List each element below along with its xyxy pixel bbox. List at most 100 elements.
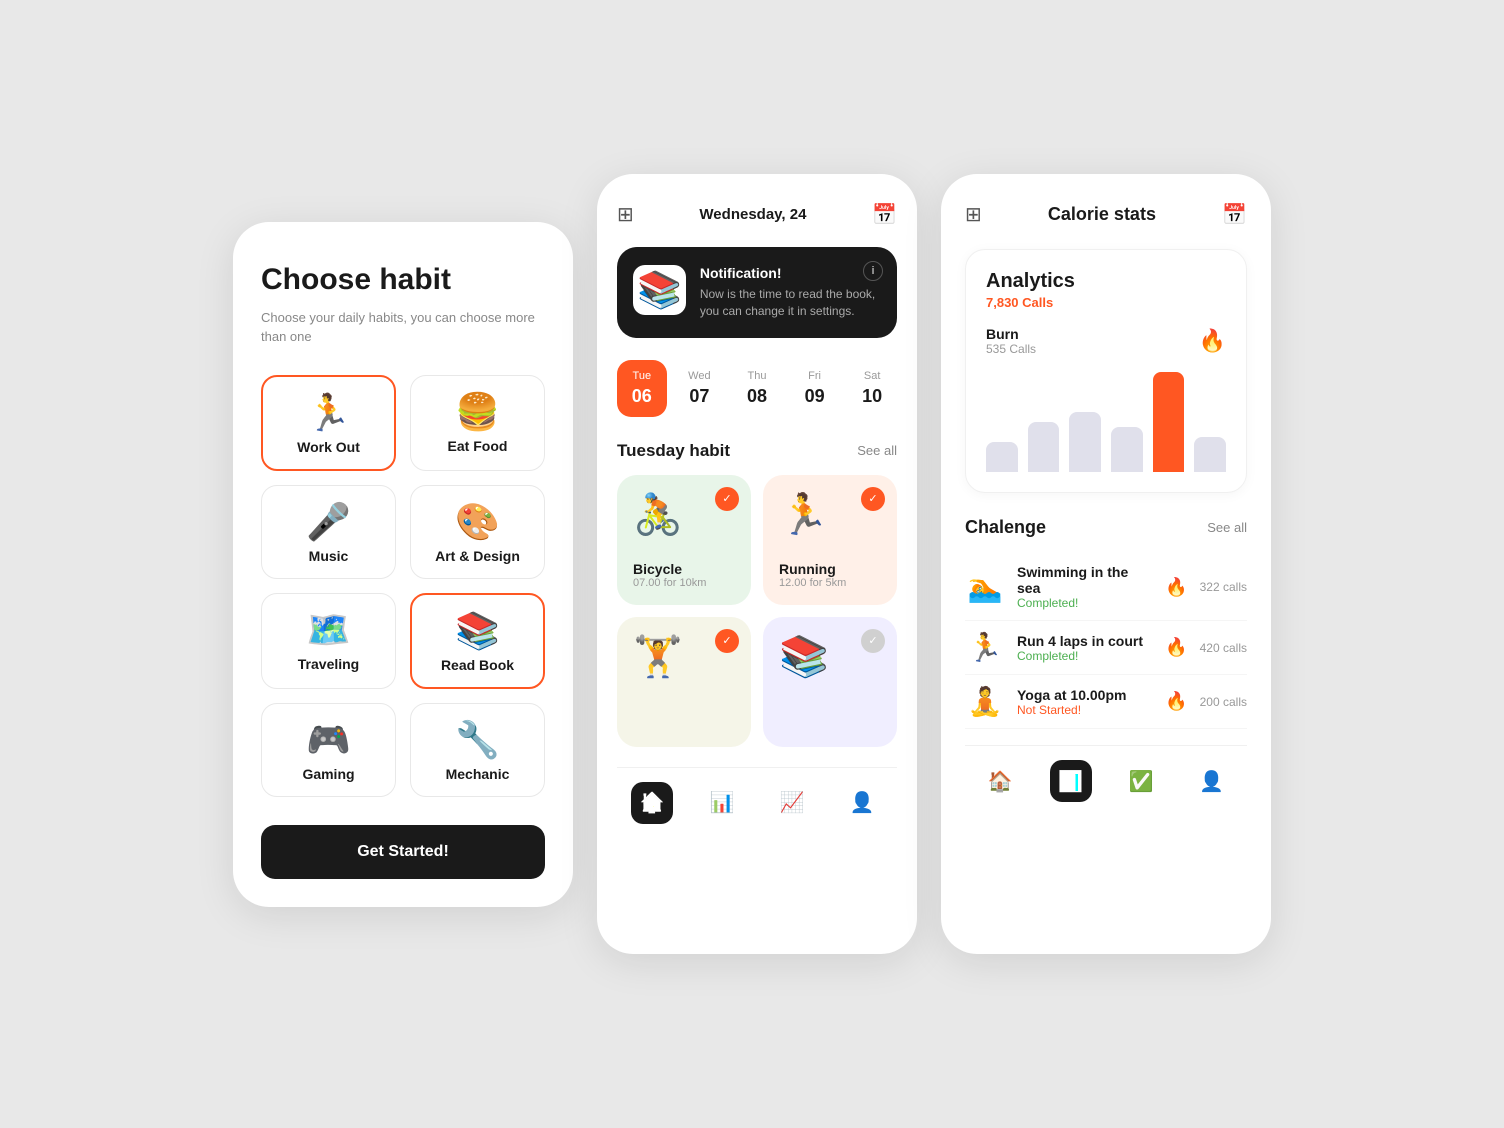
- screen-choose-habit: Choose habit Choose your daily habits, y…: [233, 222, 573, 907]
- day-num: 06: [632, 386, 652, 407]
- habit-card-eat[interactable]: 🍔 Eat Food: [410, 375, 545, 471]
- section-title: Tuesday habit: [617, 441, 730, 461]
- activity-card-running[interactable]: ✓ 🏃 Running 12.00 for 5km: [763, 475, 897, 605]
- nav3-profile[interactable]: 👤: [1191, 760, 1233, 802]
- habit-card-artdesign[interactable]: 🎨 Art & Design: [410, 485, 545, 579]
- burn-label: Burn: [986, 326, 1191, 342]
- check-badge-weightlift: ✓: [715, 629, 739, 653]
- nav3-home[interactable]: 🏠: [979, 760, 1021, 802]
- habit-card-music[interactable]: 🎤 Music: [261, 485, 396, 579]
- nav-trends[interactable]: 📈: [771, 782, 813, 824]
- day-item-sat[interactable]: Sat 10: [847, 360, 897, 417]
- burn-calls: 535 Calls: [986, 342, 1191, 356]
- grid-icon[interactable]: ⊞: [617, 202, 634, 227]
- habit-label-mechanic: Mechanic: [446, 766, 510, 782]
- habit-icon-gaming: 🎮: [306, 722, 351, 758]
- notif-content: Notification! Now is the time to read th…: [700, 265, 881, 320]
- choose-habit-title: Choose habit: [261, 262, 545, 298]
- bar-2: [1069, 412, 1101, 472]
- day-name: Tue: [633, 370, 652, 382]
- habit-icon-eat: 🍔: [455, 394, 500, 430]
- notification-card: 📚 Notification! Now is the time to read …: [617, 247, 897, 338]
- burn-row: Burn 535 Calls 🔥: [986, 326, 1226, 356]
- get-started-button[interactable]: Get Started!: [261, 825, 545, 879]
- challenge-see-all[interactable]: See all: [1207, 520, 1247, 535]
- habit-card-traveling[interactable]: 🗺️ Traveling: [261, 593, 396, 689]
- day-item-thu[interactable]: Thu 08: [732, 360, 782, 417]
- nav-home[interactable]: 🏠: [631, 782, 673, 824]
- activity-cards-grid: ✓ 🚴 Bicycle 07.00 for 10km ✓ 🏃 Running 1…: [617, 475, 897, 747]
- stats-grid-icon[interactable]: ⊞: [965, 202, 982, 227]
- burn-fire-icon: 🔥: [1199, 328, 1226, 354]
- challenge-item[interactable]: 🧘 Yoga at 10.00pm Not Started! 🔥 200 cal…: [965, 675, 1247, 729]
- activity-card-weightlift[interactable]: ✓ 🏋️: [617, 617, 751, 747]
- challenge-calls: 322 calls: [1200, 580, 1247, 594]
- habit-section-header: Tuesday habit See all: [617, 441, 897, 461]
- screens-container: Choose habit Choose your daily habits, y…: [233, 174, 1271, 954]
- nav-stats[interactable]: 📊: [701, 782, 743, 824]
- bar-chart: [986, 372, 1226, 472]
- activity-detail-running: 12.00 for 5km: [779, 577, 881, 589]
- stats-title: Calorie stats: [1048, 204, 1156, 225]
- check-badge-bicycle: ✓: [715, 487, 739, 511]
- challenge-info: Swimming in the sea Completed!: [1017, 564, 1153, 610]
- habit-card-gaming[interactable]: 🎮 Gaming: [261, 703, 396, 797]
- challenge-title: Chalenge: [965, 517, 1046, 538]
- check-badge-books: ✓: [861, 629, 885, 653]
- nav-profile[interactable]: 👤: [841, 782, 883, 824]
- day-num: 07: [689, 386, 709, 407]
- screen-habit-tracker: ⊞ Wednesday, 24 📅 📚 Notification! Now is…: [597, 174, 917, 954]
- habit-label-readbook: Read Book: [441, 657, 514, 673]
- habit-icon-workout: 🏃: [306, 395, 351, 431]
- day-name: Fri: [808, 370, 821, 382]
- day-item-wed[interactable]: Wed 07: [675, 360, 725, 417]
- challenge-item[interactable]: 🏃 Run 4 laps in court Completed! 🔥 420 c…: [965, 621, 1247, 675]
- activity-name-bicycle: Bicycle: [633, 561, 735, 577]
- challenge-item[interactable]: 🏊 Swimming in the sea Completed! 🔥 322 c…: [965, 554, 1247, 621]
- habit-card-workout[interactable]: 🏃 Work Out: [261, 375, 396, 471]
- activity-card-bicycle[interactable]: ✓ 🚴 Bicycle 07.00 for 10km: [617, 475, 751, 605]
- activity-card-books[interactable]: ✓ 📚: [763, 617, 897, 747]
- habit-card-readbook[interactable]: 📚 Read Book: [410, 593, 545, 689]
- day-item-fri[interactable]: Fri 09: [790, 360, 840, 417]
- habit-label-music: Music: [309, 548, 349, 564]
- day-name: Thu: [748, 370, 767, 382]
- challenge-name: Swimming in the sea: [1017, 564, 1153, 596]
- habit-icon-mechanic: 🔧: [455, 722, 500, 758]
- habit-label-artdesign: Art & Design: [435, 548, 520, 564]
- bottom-nav-2: 🏠 📊 📈 👤: [617, 767, 897, 842]
- habit-card-mechanic[interactable]: 🔧 Mechanic: [410, 703, 545, 797]
- notif-emoji: 📚: [633, 265, 686, 315]
- challenge-emoji: 🧘: [965, 685, 1005, 718]
- habit-icon-artdesign: 🎨: [455, 504, 500, 540]
- habit-label-gaming: Gaming: [302, 766, 354, 782]
- habit-icon-traveling: 🗺️: [306, 612, 351, 648]
- notif-info-icon[interactable]: i: [863, 261, 883, 281]
- habit-label-traveling: Traveling: [298, 656, 359, 672]
- nav3-check[interactable]: ✅: [1120, 760, 1162, 802]
- habit-icon-music: 🎤: [306, 504, 351, 540]
- challenge-status: Completed!: [1017, 596, 1153, 610]
- day-num: 08: [747, 386, 767, 407]
- see-all-link[interactable]: See all: [857, 443, 897, 458]
- day-name: Wed: [688, 370, 710, 382]
- habit-label-eat: Eat Food: [448, 438, 508, 454]
- activity-detail-bicycle: 07.00 for 10km: [633, 577, 735, 589]
- day-num: 10: [862, 386, 882, 407]
- day-num: 09: [805, 386, 825, 407]
- day-name: Sat: [864, 370, 881, 382]
- analytics-title: Analytics: [986, 270, 1226, 293]
- day-item-tue[interactable]: Tue 06: [617, 360, 667, 417]
- bar-3: [1111, 427, 1143, 472]
- stats-cal-icon[interactable]: 📅: [1222, 202, 1247, 227]
- analytics-card: Analytics 7,830 Calls Burn 535 Calls 🔥: [965, 249, 1247, 493]
- stats-header: ⊞ Calorie stats 📅: [965, 202, 1247, 227]
- days-row: Tue 06 Wed 07 Thu 08 Fri 09 Sat 10: [617, 360, 897, 417]
- habits-grid: 🏃 Work Out 🍔 Eat Food 🎤 Music 🎨 Art & De…: [261, 375, 545, 797]
- tracker-date: Wednesday, 24: [699, 206, 806, 223]
- calendar-icon[interactable]: 📅: [872, 202, 897, 227]
- tracker-header: ⊞ Wednesday, 24 📅: [617, 202, 897, 227]
- challenge-fire-icon: 🔥: [1165, 637, 1187, 658]
- challenge-emoji: 🏃: [965, 631, 1005, 664]
- nav3-stats[interactable]: 📊: [1050, 760, 1092, 802]
